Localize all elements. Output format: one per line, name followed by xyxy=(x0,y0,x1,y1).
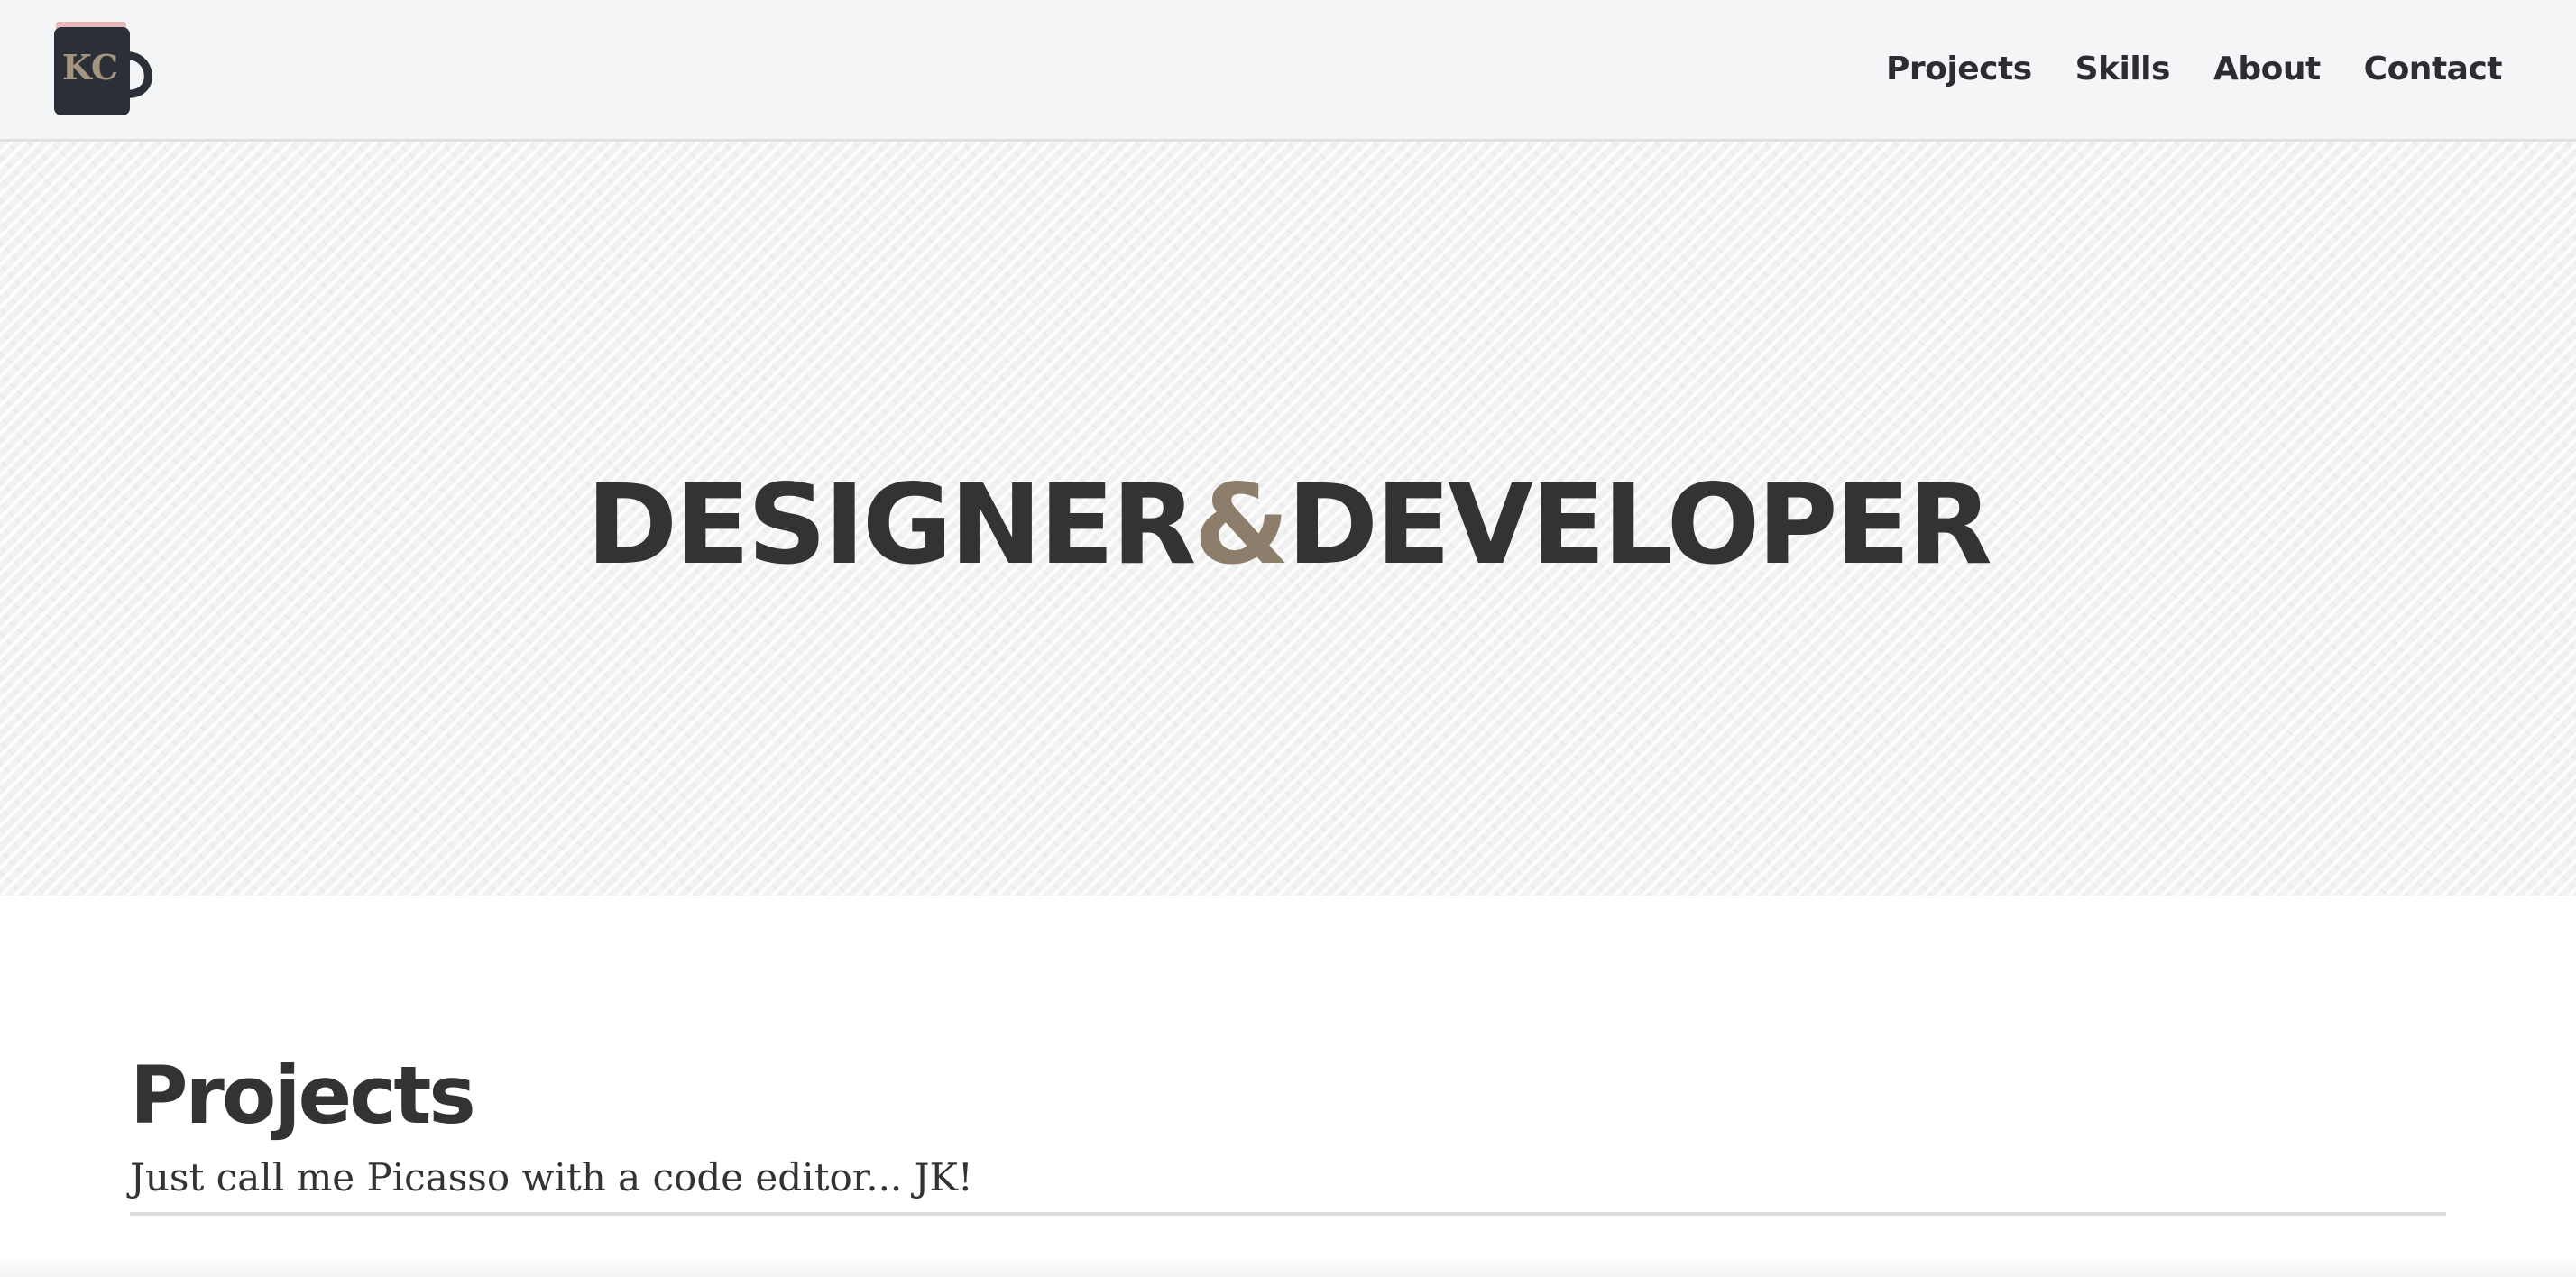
hero-word-developer: DEVELOPER xyxy=(1286,461,1992,589)
nav-link-about[interactable]: About xyxy=(2213,51,2321,87)
projects-subtitle: Just call me Picasso with a code editor.… xyxy=(130,1151,2446,1216)
hero-banner: DESIGNER&DEVELOPER xyxy=(0,142,2576,896)
logo-text: KC xyxy=(62,47,118,87)
main-nav: Projects Skills About Contact xyxy=(1886,41,2502,96)
nav-link-skills[interactable]: Skills xyxy=(2075,51,2171,87)
hero-word-designer: DESIGNER xyxy=(586,461,1196,589)
hero-ampersand: & xyxy=(1193,461,1289,589)
mug-icon: KC xyxy=(54,22,152,115)
nav-link-projects[interactable]: Projects xyxy=(1886,51,2032,87)
nav-link-contact[interactable]: Contact xyxy=(2364,51,2503,87)
projects-section: Projects Just call me Picasso with a cod… xyxy=(130,1046,2446,1216)
section-divider-shadow xyxy=(0,1255,2576,1277)
hero-headline: DESIGNER&DEVELOPER xyxy=(0,457,2576,593)
site-logo[interactable]: KC xyxy=(52,22,157,117)
projects-title: Projects xyxy=(130,1049,476,1142)
top-navbar: KC Projects Skills About Contact xyxy=(0,0,2576,142)
